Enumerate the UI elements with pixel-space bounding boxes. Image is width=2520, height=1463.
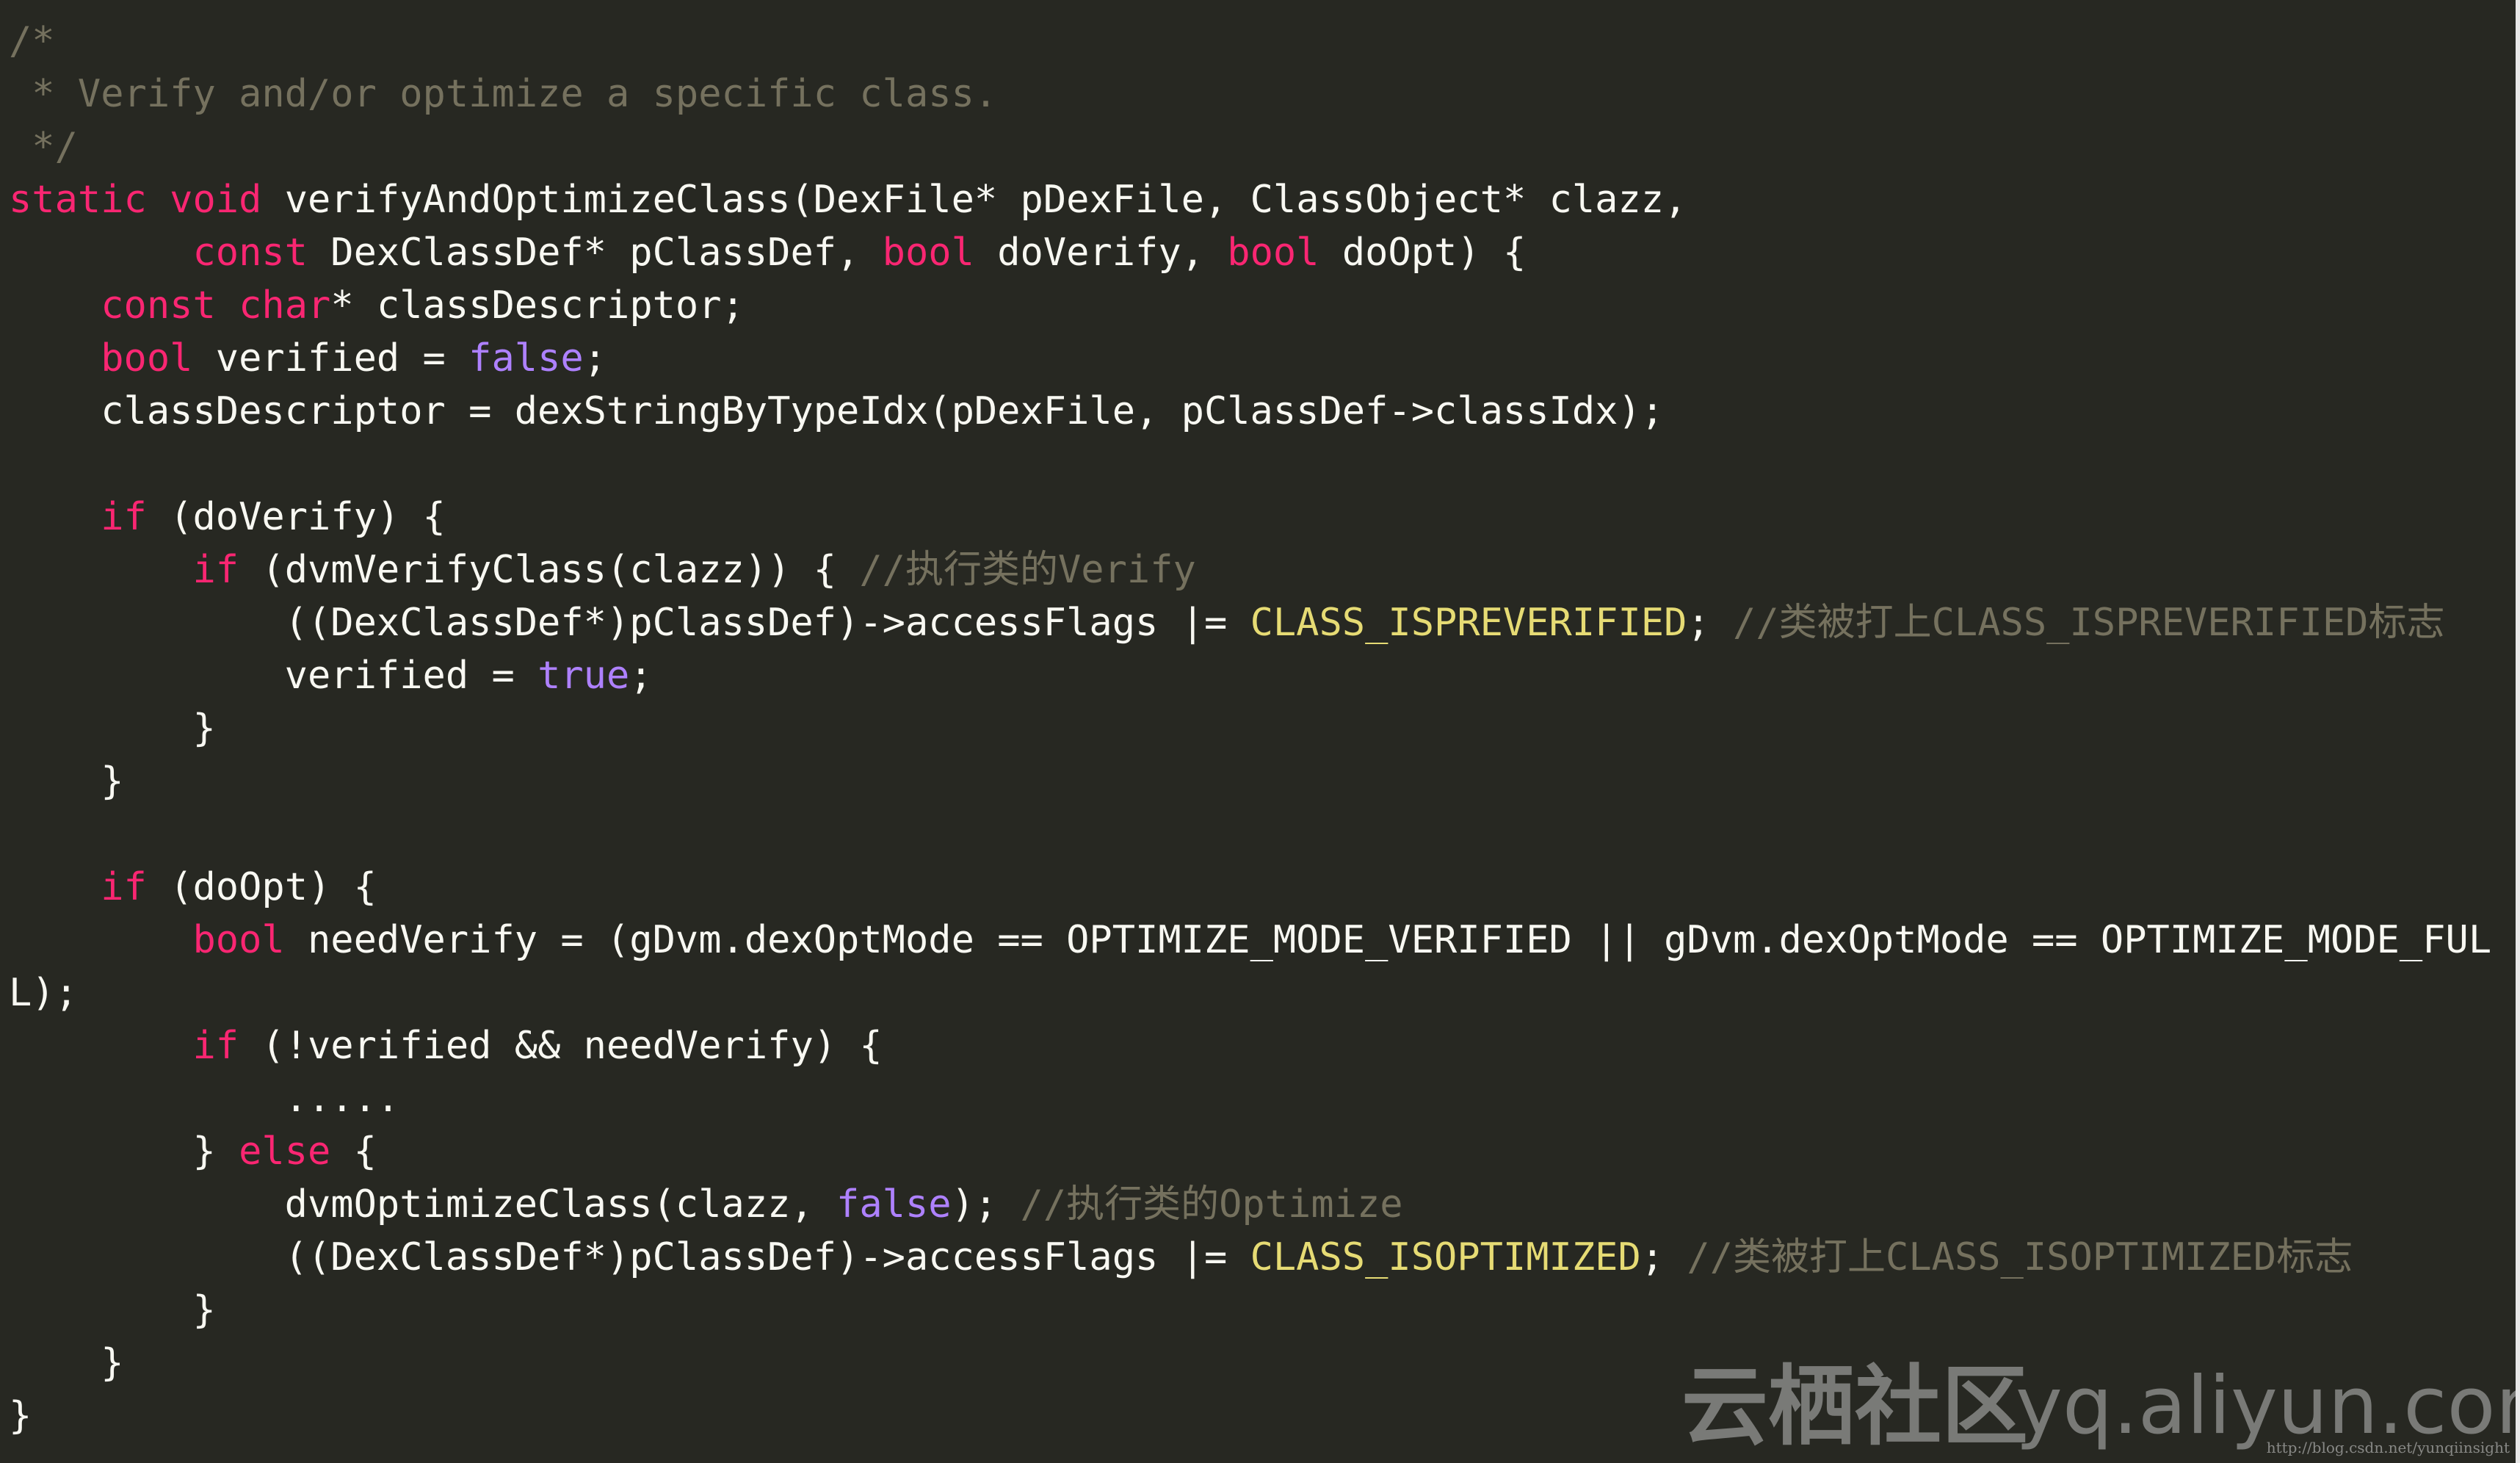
code-token: DexClassDef* pClassDef, — [308, 231, 883, 275]
code-token: verifyAndOptimizeClass(DexFile* pDexFile… — [261, 178, 1687, 222]
code-block: /* * Verify and/or optimize a specific c… — [9, 15, 2491, 1442]
code-token: //执行类的Verify — [859, 548, 1196, 592]
code-token: CLASS_ISOPTIMIZED — [1250, 1235, 1641, 1279]
code-token: (doOpt) { — [146, 865, 377, 909]
code-token: } — [9, 1394, 32, 1438]
code-token: if — [101, 495, 147, 539]
code-line: } else { — [9, 1125, 2491, 1178]
code-line: L); — [9, 967, 2491, 1019]
code-editor: /* * Verify and/or optimize a specific c… — [0, 0, 2520, 1463]
code-token: //类被打上CLASS_ISPREVERIFIED标志 — [1733, 601, 2445, 645]
code-line: const DexClassDef* pClassDef, bool doVer… — [9, 226, 2491, 279]
code-token: } — [9, 759, 124, 803]
code-token: doVerify, — [974, 231, 1228, 275]
code-token: ; — [583, 336, 607, 380]
code-token: /* — [9, 19, 55, 63]
code-token: ((DexClassDef*)pClassDef)->accessFlags |… — [9, 601, 1250, 645]
code-token: const — [101, 283, 216, 328]
code-line: ((DexClassDef*)pClassDef)->accessFlags |… — [9, 596, 2491, 649]
code-token: false — [468, 336, 584, 380]
code-token: } — [9, 1288, 216, 1332]
code-line: } — [9, 1284, 2491, 1337]
code-token: ); — [951, 1182, 1021, 1227]
code-token: ..... — [9, 1077, 400, 1121]
code-line: const char* classDescriptor; — [9, 279, 2491, 332]
code-line: if (doOpt) { — [9, 861, 2491, 914]
watermark-blog-url: http://blog.csdn.net/yunqiinsight — [2266, 1439, 2510, 1456]
code-token: if — [192, 548, 239, 592]
code-token: needVerify = (gDvm.dexOptMode == OPTIMIZ… — [284, 918, 2492, 962]
code-line: static void verifyAndOptimizeClass(DexFi… — [9, 173, 2491, 226]
code-token: else — [239, 1130, 331, 1174]
code-token: static — [9, 178, 147, 222]
code-line: if (!verified && needVerify) { — [9, 1019, 2491, 1072]
code-token: void — [170, 178, 262, 222]
code-token: //类被打上CLASS_ISOPTIMIZED标志 — [1687, 1235, 2353, 1279]
code-token: const — [192, 231, 308, 275]
code-token: ; — [1640, 1235, 1687, 1279]
code-token: false — [836, 1182, 952, 1227]
code-line: if (doVerify) { — [9, 491, 2491, 543]
code-line: dvmOptimizeClass(clazz, false); //执行类的Op… — [9, 1178, 2491, 1231]
code-token: (dvmVerifyClass(clazz)) { — [239, 548, 860, 592]
code-token: } — [9, 707, 216, 751]
code-token: //执行类的Optimize — [1020, 1182, 1403, 1227]
code-token: } — [9, 1341, 124, 1385]
code-token: bool — [192, 918, 285, 962]
code-token: char — [239, 283, 331, 328]
code-line: ((DexClassDef*)pClassDef)->accessFlags |… — [9, 1231, 2491, 1284]
code-token: L); — [9, 971, 78, 1015]
code-token: if — [101, 865, 147, 909]
watermark-brand-cn: 云栖社区 — [1681, 1356, 2029, 1457]
code-token: classDescriptor = dexStringByTypeIdx(pDe… — [9, 389, 1665, 433]
code-token: CLASS_ISPREVERIFIED — [1250, 601, 1687, 645]
code-line: if (dvmVerifyClass(clazz)) { //执行类的Verif… — [9, 543, 2491, 596]
code-line: ..... — [9, 1072, 2491, 1125]
code-token: verified = — [192, 336, 469, 380]
code-token: verified = — [9, 654, 538, 698]
code-token: if — [192, 1024, 239, 1068]
vertical-scrollbar[interactable] — [2516, 0, 2520, 1463]
code-token: * Verify and/or optimize a specific clas… — [9, 72, 998, 116]
code-token: } — [9, 1130, 239, 1174]
code-token: doOpt) { — [1319, 231, 1527, 275]
code-line: */ — [9, 120, 2491, 173]
code-token: * classDescriptor; — [330, 283, 745, 328]
code-token: bool — [101, 336, 193, 380]
code-line: /* — [9, 15, 2491, 68]
code-token: bool — [882, 231, 974, 275]
code-line: verified = true; — [9, 649, 2491, 702]
code-line: classDescriptor = dexStringByTypeIdx(pDe… — [9, 385, 2491, 438]
code-line: bool needVerify = (gDvm.dexOptMode == OP… — [9, 914, 2491, 967]
code-token: bool — [1227, 231, 1319, 275]
code-token: { — [330, 1130, 377, 1174]
code-token: ; — [629, 654, 653, 698]
code-token: ((DexClassDef*)pClassDef)->accessFlags |… — [9, 1235, 1250, 1279]
code-token: (!verified && needVerify) { — [239, 1024, 883, 1068]
code-token: true — [537, 654, 630, 698]
code-token: ; — [1687, 601, 1734, 645]
code-line: } — [9, 755, 2491, 808]
code-token: (doVerify) { — [146, 495, 446, 539]
code-line: bool verified = false; — [9, 332, 2491, 385]
code-line: } — [9, 702, 2491, 755]
code-line: * Verify and/or optimize a specific clas… — [9, 68, 2491, 120]
code-token: dvmOptimizeClass(clazz, — [9, 1182, 837, 1227]
code-token: */ — [9, 125, 78, 169]
